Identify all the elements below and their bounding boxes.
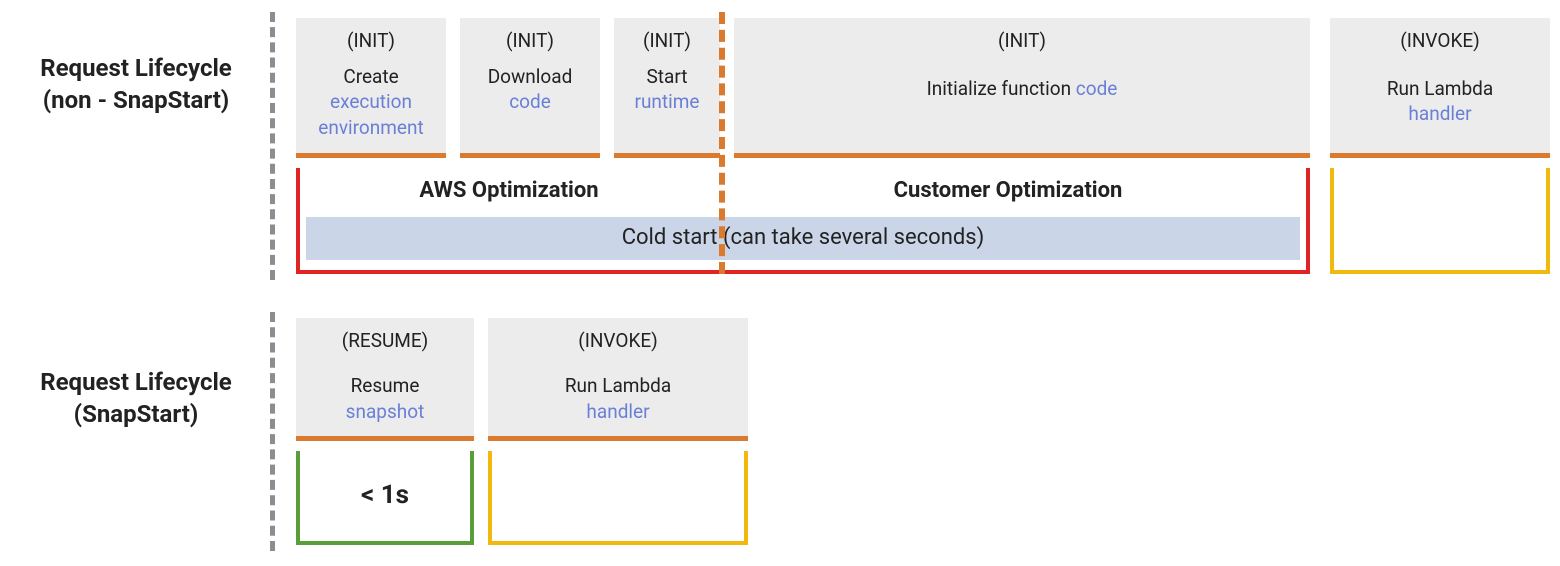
link-execution[interactable]: execution bbox=[330, 90, 412, 113]
phase-invoke: (INVOKE) Run Lambda handler bbox=[488, 318, 748, 442]
phase-resume-snapshot: (RESUME) Resume snapshot bbox=[296, 318, 474, 442]
diagram-snapstart: (RESUME) Resume snapshot (INVOKE) Run La… bbox=[270, 318, 1550, 546]
invoke-bracket bbox=[1330, 168, 1550, 274]
bracket-row: AWS Optimization Customer Optimization C… bbox=[270, 168, 1550, 274]
phase-download-code: (INIT) Download code bbox=[460, 18, 600, 158]
phase-tag: (INVOKE) bbox=[496, 328, 740, 354]
cold-start-bar: Cold start (can take several seconds) bbox=[306, 217, 1300, 260]
phase-row: (INIT) Create execution environment (INI… bbox=[270, 18, 1550, 158]
phase-desc: Download code bbox=[468, 64, 592, 115]
phase-desc: Initialize function code bbox=[742, 76, 1302, 102]
lifecycle-title-line1: Request Lifecycle bbox=[40, 368, 232, 396]
lifecycle-title-line1: Request Lifecycle bbox=[40, 54, 232, 82]
phase-desc: Run Lambda handler bbox=[1338, 76, 1542, 127]
lifecycle-title-line2: (SnapStart) bbox=[74, 400, 199, 428]
phase-tag: (INIT) bbox=[468, 28, 592, 54]
phase-desc: Resume snapshot bbox=[304, 373, 466, 424]
cold-start-bracket: AWS Optimization Customer Optimization C… bbox=[296, 168, 1310, 274]
link-handler[interactable]: handler bbox=[586, 400, 649, 423]
link-runtime[interactable]: runtime bbox=[635, 90, 700, 113]
phase-desc: Run Lambda handler bbox=[496, 373, 740, 424]
lifecycle-title-line2: (non - SnapStart) bbox=[43, 86, 229, 114]
lifecycle-non-snapstart: Request Lifecycle (non - SnapStart) (INI… bbox=[10, 18, 1550, 274]
aws-optimization-label: AWS Optimization bbox=[304, 178, 714, 203]
phase-row: (RESUME) Resume snapshot (INVOKE) Run La… bbox=[270, 318, 1550, 442]
phase-tag: (INIT) bbox=[304, 28, 438, 54]
phase-create-execution-env: (INIT) Create execution environment bbox=[296, 18, 446, 158]
phase-invoke: (INVOKE) Run Lambda handler bbox=[1330, 18, 1550, 158]
link-handler[interactable]: handler bbox=[1408, 102, 1471, 125]
phase-tag: (RESUME) bbox=[304, 328, 466, 354]
diagram-non-snapstart: (INIT) Create execution environment (INI… bbox=[270, 18, 1550, 274]
resume-time-value: < 1s bbox=[361, 480, 409, 510]
link-snapshot[interactable]: snapshot bbox=[346, 400, 425, 423]
customer-optimization-label: Customer Optimization bbox=[714, 178, 1302, 203]
lifecycle-label: Request Lifecycle (SnapStart) bbox=[10, 318, 270, 431]
link-code[interactable]: code bbox=[1076, 77, 1118, 100]
aws-customer-divider bbox=[719, 12, 725, 274]
phase-initialize-function-code: (INIT) Initialize function code bbox=[734, 18, 1310, 158]
link-environment[interactable]: environment bbox=[318, 116, 423, 139]
bracket-row: < 1s bbox=[270, 451, 1550, 545]
phase-start-runtime: (INIT) Start runtime bbox=[614, 18, 720, 158]
phase-tag: (INVOKE) bbox=[1338, 28, 1542, 54]
lifecycle-label: Request Lifecycle (non - SnapStart) bbox=[10, 18, 270, 117]
lifecycle-snapstart: Request Lifecycle (SnapStart) (RESUME) R… bbox=[10, 318, 1550, 546]
optimization-labels: AWS Optimization Customer Optimization bbox=[304, 176, 1302, 217]
link-code[interactable]: code bbox=[509, 90, 551, 113]
resume-time-bracket: < 1s bbox=[296, 451, 474, 545]
phase-desc: Create execution environment bbox=[304, 64, 438, 141]
phase-tag: (INIT) bbox=[742, 28, 1302, 54]
phase-tag: (INIT) bbox=[622, 28, 712, 54]
invoke-bracket bbox=[488, 451, 748, 545]
phase-desc: Start runtime bbox=[622, 64, 712, 115]
